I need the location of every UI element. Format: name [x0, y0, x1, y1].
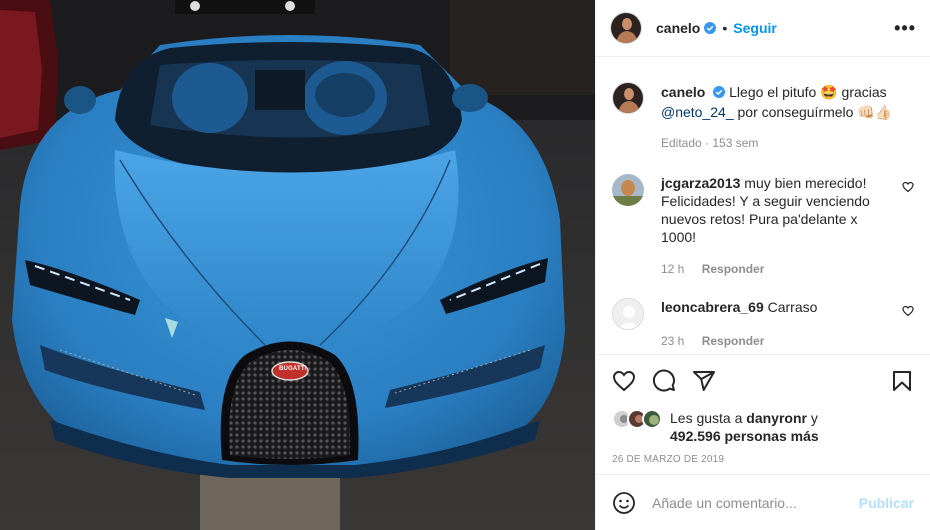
likes-prefix: Les gusta a	[670, 410, 743, 426]
comment-username[interactable]: jcgarza2013	[661, 175, 740, 191]
bugatti-badge-text: BUGATTI	[279, 366, 307, 372]
comments-list[interactable]: canelo Llego el pitufo 🤩 gracias @neto_2…	[596, 58, 930, 354]
more-options-icon[interactable]: •••	[894, 18, 916, 39]
comment-text: Carraso	[767, 299, 818, 315]
action-icons-row	[612, 355, 914, 407]
caption-meta: Editado · 153 sem	[661, 136, 759, 150]
reply-button[interactable]: Responder	[702, 262, 765, 276]
comment-icon[interactable]	[652, 369, 676, 393]
caption-text-1: Llego el pitufo	[729, 84, 817, 100]
star-struck-emoji: 🤩	[820, 84, 838, 100]
caption-text: canelo Llego el pitufo 🤩 gracias @neto_2…	[661, 82, 914, 122]
reply-button[interactable]: Responder	[702, 334, 765, 348]
author-avatar[interactable]	[610, 12, 642, 44]
fist-thumbs-emoji: 👊🏻👍🏻	[857, 104, 893, 120]
comment-like-heart-icon[interactable]	[902, 181, 914, 193]
likes-row: Les gusta a danyronr y 492.596 personas …	[612, 409, 914, 445]
post-date: 26 DE MARZO DE 2019	[612, 454, 725, 465]
liker-avatar	[642, 409, 662, 429]
add-comment-bar: Publicar	[596, 474, 930, 530]
post-side-panel: canelo • Seguir ••• canelo Llego el pitu…	[595, 0, 930, 530]
post-photo[interactable]: BUGATTI	[0, 0, 595, 530]
comment-username[interactable]: leoncabrera_69	[661, 299, 764, 315]
comment-input[interactable]	[652, 494, 859, 511]
bookmark-icon[interactable]	[890, 369, 914, 393]
likes-text: Les gusta a danyronr y 492.596 personas …	[670, 409, 819, 445]
verified-icon	[713, 86, 726, 98]
comment-time: 12 h	[661, 262, 685, 276]
post-header: canelo • Seguir •••	[596, 0, 930, 57]
caption-text-3: por conseguírmelo	[737, 104, 854, 120]
comment-like-heart-icon[interactable]	[902, 305, 914, 317]
publish-button[interactable]: Publicar	[859, 495, 914, 511]
emoji-icon[interactable]	[612, 491, 636, 515]
caption-username[interactable]: canelo	[661, 84, 705, 100]
instagram-post-modal: BUGATTI canelo • Seguir ••• canelo Llego…	[0, 0, 930, 530]
verified-icon	[704, 22, 717, 34]
caption-text-2: gracias	[841, 84, 887, 100]
comment-item: leoncabrera_69 Carraso 23 h Responder	[612, 298, 914, 350]
caption-avatar[interactable]	[612, 82, 644, 114]
post-actions-section: Les gusta a danyronr y 492.596 personas …	[596, 354, 930, 465]
mention-link[interactable]: @neto_24_	[661, 104, 734, 120]
likes-count[interactable]: 492.596 personas más	[670, 428, 819, 444]
share-icon[interactable]	[692, 369, 716, 393]
follow-button[interactable]: Seguir	[733, 20, 777, 36]
author-username[interactable]: canelo	[656, 20, 700, 36]
liker-username[interactable]: danyronr	[746, 410, 807, 426]
caption: canelo Llego el pitufo 🤩 gracias @neto_2…	[612, 82, 914, 152]
liker-avatars	[612, 409, 668, 431]
heart-icon[interactable]	[612, 369, 636, 393]
comment-time: 23 h	[661, 334, 685, 348]
separator-dot: •	[722, 20, 728, 36]
comment-item: jcgarza2013 muy bien merecido! Felicidad…	[612, 174, 914, 278]
commenter-avatar[interactable]	[612, 298, 644, 330]
commenter-avatar[interactable]	[612, 174, 644, 206]
likes-connector: y	[810, 410, 818, 426]
